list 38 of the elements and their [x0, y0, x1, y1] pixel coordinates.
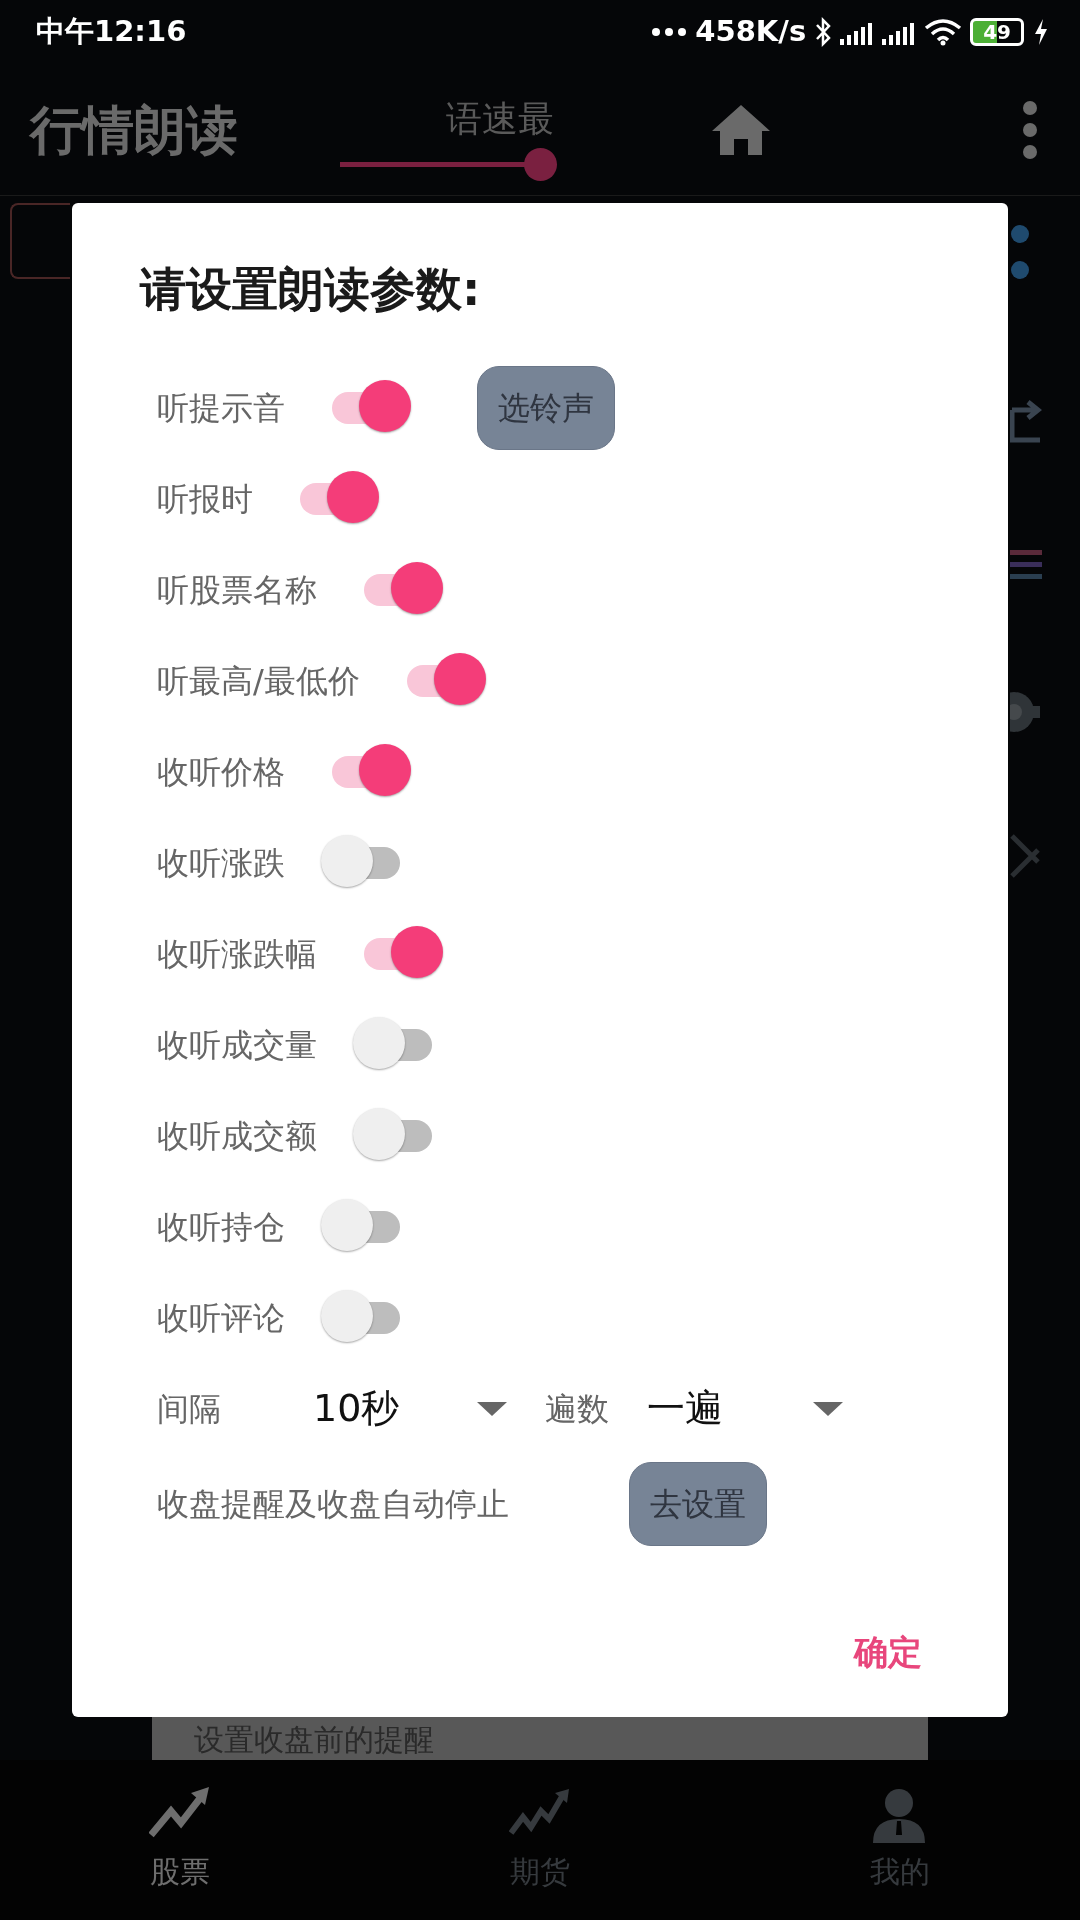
network-speed: 458K/s [695, 13, 807, 51]
slider-thumb[interactable] [524, 148, 557, 181]
field-label: 间隔 [157, 1388, 222, 1430]
settings-button[interactable]: 去设置 [629, 1462, 767, 1546]
close-icon [1010, 834, 1040, 878]
repeat-dropdown[interactable]: 一遍 [647, 1380, 813, 1437]
dialog-title: 请设置朗读参数: [140, 261, 482, 318]
app-title: 行情朗读 [30, 98, 238, 162]
speed-label: 语速最 [445, 97, 555, 141]
bluetooth-icon [814, 17, 833, 47]
option-label: 收盘提醒及收盘自动停止 [157, 1484, 509, 1525]
dots-icon [651, 27, 688, 37]
option-label: 收听涨跌 [157, 842, 285, 884]
dots-icon [1010, 222, 1030, 282]
wifi-icon [924, 18, 963, 46]
home-icon[interactable] [710, 102, 772, 157]
confirm-button[interactable]: 确定 [848, 1626, 928, 1679]
nav-tab[interactable]: 股票 [0, 1785, 360, 1895]
menu-icon[interactable] [1022, 99, 1038, 160]
option-label: 听最高/最低价 [157, 660, 360, 702]
option-label: 收听评论 [157, 1297, 285, 1339]
charging-icon [1032, 18, 1050, 46]
list-icon [1010, 548, 1042, 582]
option-label: 收听涨跌幅 [157, 933, 317, 975]
option-label: 收听持仓 [157, 1206, 285, 1248]
option-label: 听报时 [157, 478, 253, 520]
status-time: 中午12:16 [36, 13, 187, 51]
interval-dropdown[interactable]: 10秒 [313, 1380, 477, 1437]
ringtone-button[interactable]: 选铃声 [477, 365, 615, 450]
field-label: 遍数 [545, 1388, 610, 1430]
dropdown-caret-icon[interactable] [477, 1401, 507, 1416]
option-label: 听提示音 [157, 387, 285, 429]
option-label: 收听成交量 [157, 1024, 317, 1066]
option-label: 收听价格 [157, 751, 285, 793]
battery-level: 49 [970, 18, 1024, 46]
dropdown-caret-icon[interactable] [813, 1401, 843, 1416]
option-label: 收听成交额 [157, 1115, 317, 1157]
option-label: 听股票名称 [157, 569, 317, 611]
